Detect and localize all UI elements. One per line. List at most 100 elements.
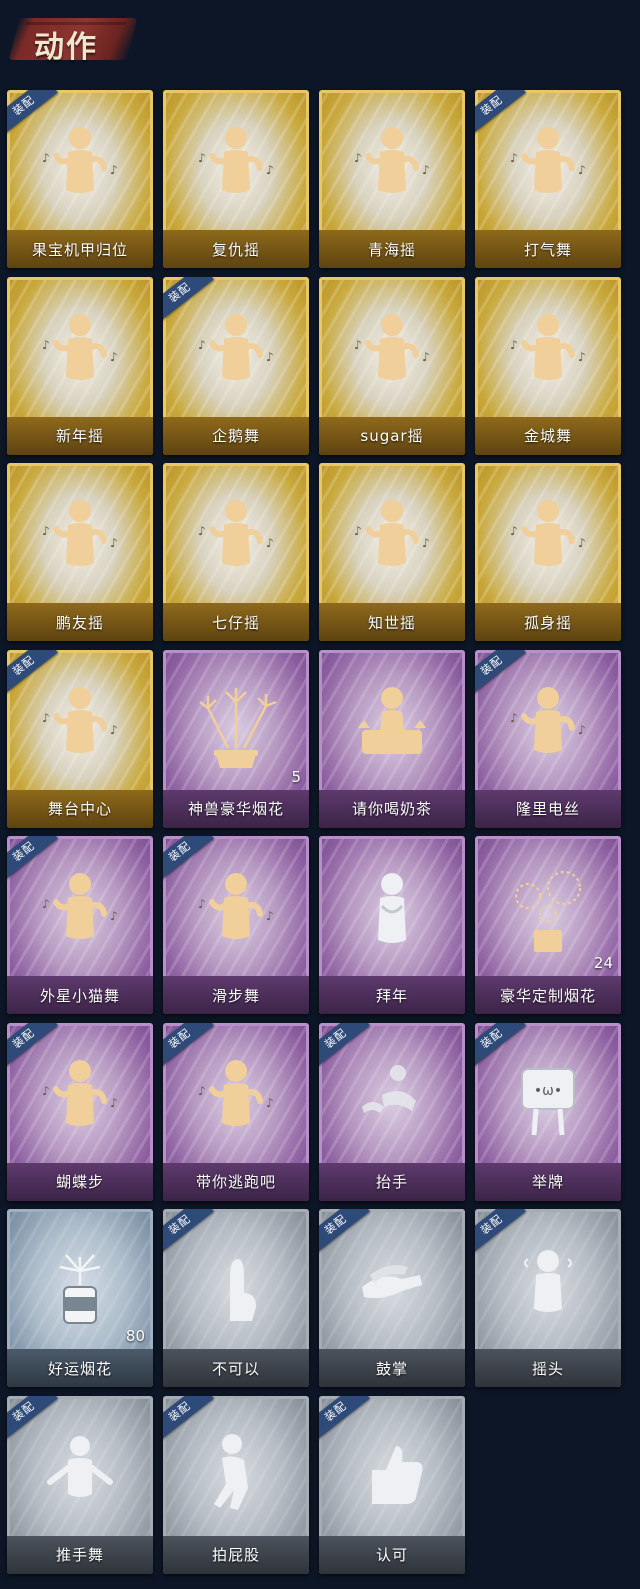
emote-card[interactable]: 拍屁股 装配 (163, 1395, 309, 1574)
svg-text:♪: ♪ (578, 163, 586, 177)
emote-card[interactable]: ♪ ♪ 青海摇 (319, 90, 465, 268)
emote-card[interactable]: 鼓掌 装配 (319, 1209, 465, 1387)
emote-card[interactable]: ♪ ♪ 七仔摇 (163, 463, 309, 641)
svg-text:♪: ♪ (510, 711, 518, 725)
svg-text:♪: ♪ (42, 711, 50, 725)
section-header: 动作 (0, 0, 640, 80)
emote-card[interactable]: ♪ ♪ sugar摇 (319, 276, 465, 455)
svg-text:♪: ♪ (422, 163, 430, 177)
emote-card[interactable]: ♪ ♪ 孤身摇 (475, 463, 621, 641)
bow-figure-icon (342, 858, 442, 958)
emote-card[interactable]: 80 好运烟花 (7, 1209, 153, 1387)
emote-label: 复仇摇 (163, 230, 309, 268)
emote-label: 隆里电丝 (475, 789, 621, 828)
svg-text:♪: ♪ (198, 151, 206, 165)
emote-label: sugar摇 (319, 416, 465, 455)
dance-figure-icon: ♪ ♪ (30, 112, 130, 212)
emote-label: 鹏友摇 (7, 603, 153, 641)
emote-label: 抬手 (319, 1162, 465, 1201)
emote-card[interactable]: ♪ ♪ 知世摇 (319, 463, 465, 641)
svg-text:♪: ♪ (354, 338, 362, 352)
emote-label: 带你逃跑吧 (163, 1162, 309, 1201)
dance-figure-icon: ♪ ♪ (498, 299, 598, 399)
svg-text:♪: ♪ (266, 536, 274, 550)
dance-figure-icon: ♪ ♪ (30, 858, 130, 958)
emote-card[interactable]: ♪ ♪ 复仇摇 (163, 90, 309, 268)
dance-figure-icon: ♪ ♪ (30, 299, 130, 399)
fireworks-pot-icon (186, 672, 286, 772)
clap-icon (342, 1231, 442, 1331)
svg-text:♪: ♪ (110, 909, 118, 923)
svg-text:♪: ♪ (110, 1096, 118, 1110)
svg-text:♪: ♪ (422, 536, 430, 550)
finger-wag-icon (186, 1231, 286, 1331)
svg-text:♪: ♪ (354, 524, 362, 538)
svg-text:♪: ♪ (42, 338, 50, 352)
emote-card[interactable]: 摇头 装配 (475, 1209, 621, 1387)
emote-label: 神兽豪华烟花 (163, 789, 309, 828)
svg-text:♪: ♪ (578, 536, 586, 550)
svg-text:♪: ♪ (354, 151, 362, 165)
dance-figure-icon: ♪ ♪ (186, 1045, 286, 1145)
emote-card[interactable]: ♪ ♪ 果宝机甲归位 装配 (7, 90, 153, 268)
emote-card[interactable]: ♪ ♪ 新年摇 (7, 276, 153, 455)
emote-card[interactable]: ♪ ♪ 打气舞 装配 (475, 90, 621, 268)
svg-text:♪: ♪ (198, 897, 206, 911)
emote-label: 不可以 (163, 1349, 309, 1387)
emote-label: 好运烟花 (7, 1349, 153, 1387)
emote-label: 举牌 (475, 1162, 621, 1201)
svg-text:♪: ♪ (266, 909, 274, 923)
svg-text:♪: ♪ (578, 350, 586, 364)
emote-card[interactable]: ♪ ♪ 企鹅舞 装配 (163, 276, 309, 455)
dance-figure-icon: ♪ ♪ (498, 112, 598, 212)
emote-card[interactable]: 不可以 装配 (163, 1209, 309, 1387)
emote-card[interactable]: 推手舞 装配 (7, 1395, 153, 1574)
dance-figure-icon: ♪ ♪ (342, 299, 442, 399)
emote-card[interactable]: 请你喝奶茶 (319, 649, 465, 828)
emote-card[interactable]: 认可 装配 (319, 1395, 465, 1574)
item-count: 80 (125, 1327, 145, 1345)
milk-tea-icon (342, 672, 442, 772)
dance-figure-icon: ♪ ♪ (186, 299, 286, 399)
emote-label: 新年摇 (7, 416, 153, 455)
svg-text:♪: ♪ (198, 524, 206, 538)
emote-card[interactable]: 拜年 (319, 836, 465, 1014)
svg-text:♪: ♪ (198, 1084, 206, 1098)
dance-figure-icon: ♪ ♪ (30, 672, 130, 772)
dance-figure-icon: ♪ ♪ (342, 485, 442, 585)
emote-card[interactable]: ♪ ♪ 鹏友摇 (7, 463, 153, 641)
emote-label: 拍屁股 (163, 1535, 309, 1574)
emote-label: 摇头 (475, 1349, 621, 1387)
emote-card[interactable]: ♪ ♪ 隆里电丝 装配 (475, 649, 621, 828)
emote-card[interactable]: ♪ ♪ 带你逃跑吧 装配 (163, 1022, 309, 1201)
svg-text:♪: ♪ (422, 350, 430, 364)
emote-card[interactable]: 抬手 装配 (319, 1022, 465, 1201)
svg-text:♪: ♪ (510, 338, 518, 352)
emote-label: 蝴蝶步 (7, 1162, 153, 1201)
emote-label: 请你喝奶茶 (319, 789, 465, 828)
emote-card[interactable]: ♪ ♪ 金城舞 (475, 276, 621, 455)
emote-card[interactable]: ♪ ♪ 蝴蝶步 装配 (7, 1022, 153, 1201)
svg-text:♪: ♪ (42, 1084, 50, 1098)
push-dance-icon (30, 1418, 130, 1518)
dance-figure-icon: ♪ ♪ (186, 485, 286, 585)
svg-text:♪: ♪ (42, 524, 50, 538)
emote-label: 打气舞 (475, 230, 621, 268)
emote-card[interactable]: ♪ ♪ 外星小猫舞 装配 (7, 836, 153, 1014)
firework-can-icon (30, 1231, 130, 1331)
emote-card[interactable]: ♪ ♪ 舞台中心 装配 (7, 649, 153, 828)
emote-label: 金城舞 (475, 416, 621, 455)
sign-board-icon: •ω• (498, 1045, 598, 1145)
emote-label: 孤身摇 (475, 603, 621, 641)
emote-label: 鼓掌 (319, 1349, 465, 1387)
emote-card[interactable]: 24 豪华定制烟花 (475, 836, 621, 1014)
emote-card[interactable]: •ω• 举牌 装配 (475, 1022, 621, 1201)
emote-label: 知世摇 (319, 603, 465, 641)
fireworks-box-icon (498, 858, 598, 958)
dance-figure-icon: ♪ ♪ (30, 485, 130, 585)
dance-figure-icon: ♪ ♪ (342, 112, 442, 212)
emote-card[interactable]: 5 神兽豪华烟花 (163, 649, 309, 828)
section-title: 动作 (34, 30, 98, 65)
emote-label: 青海摇 (319, 230, 465, 268)
emote-card[interactable]: ♪ ♪ 滑步舞 装配 (163, 836, 309, 1014)
